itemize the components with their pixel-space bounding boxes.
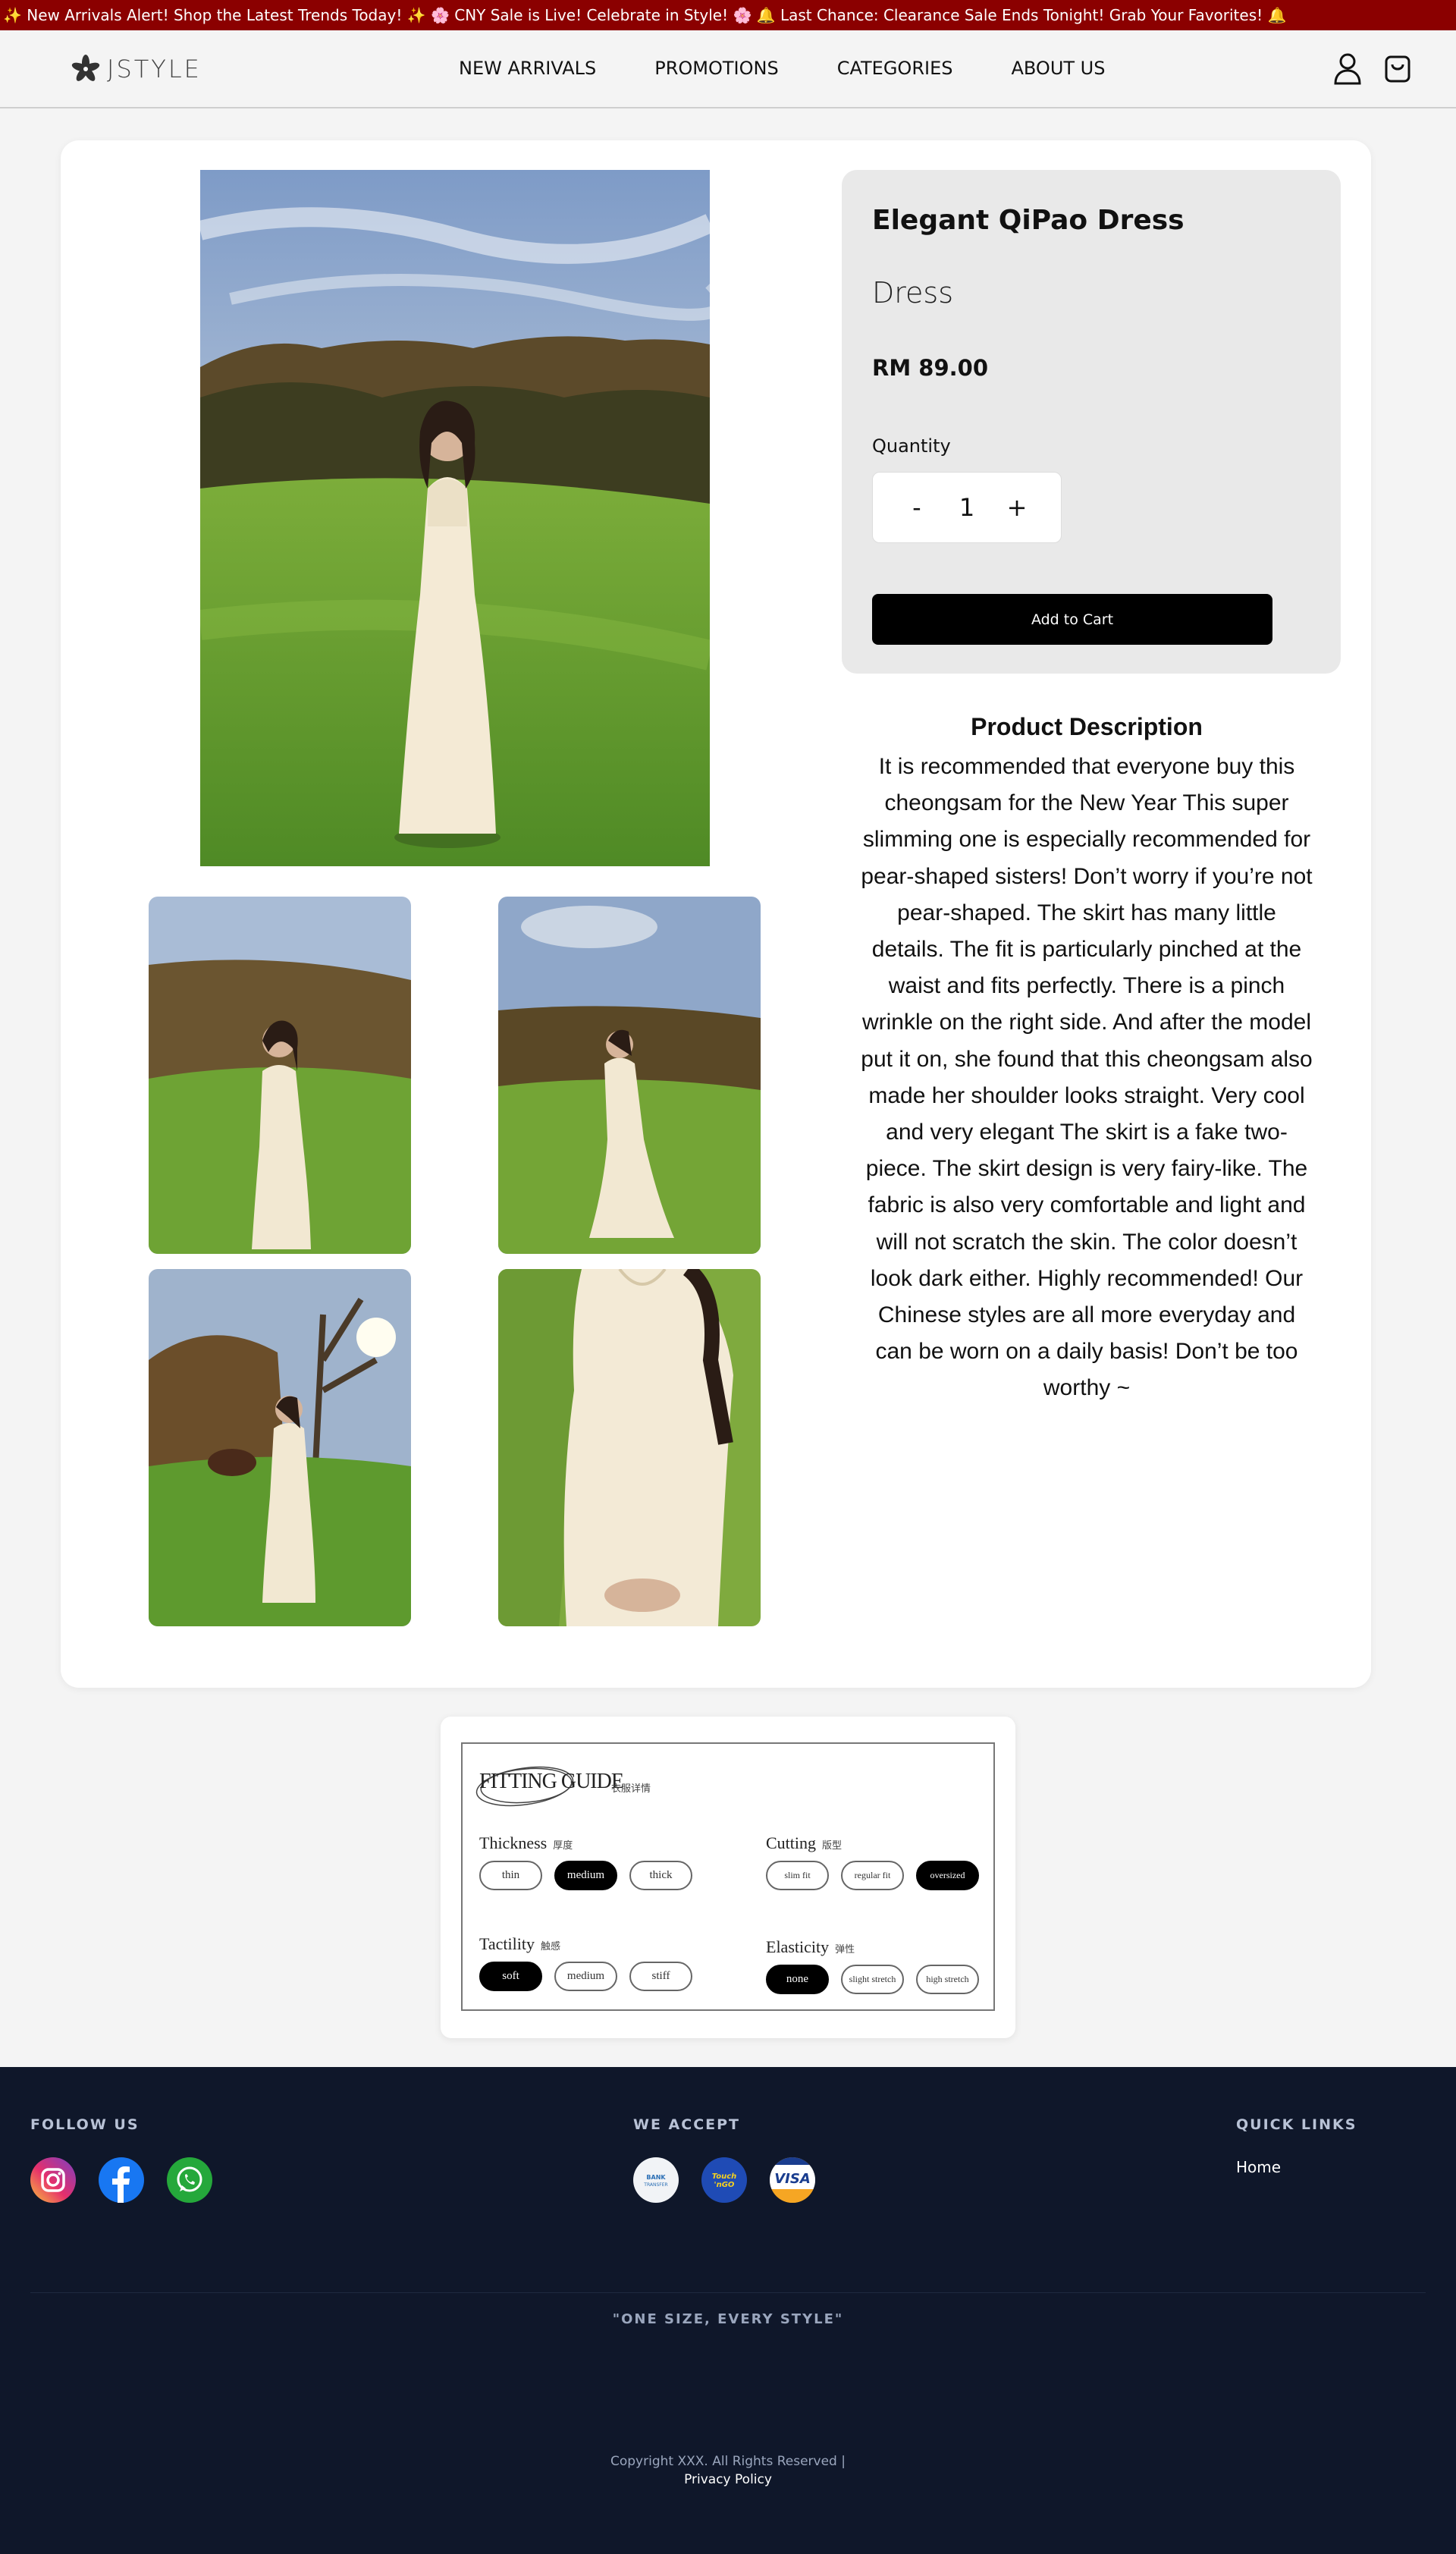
touch-n-go-icon: Touch 'nGO [701, 2157, 747, 2203]
elasticity-option-none: none [766, 1965, 829, 1994]
user-icon[interactable] [1332, 52, 1363, 85]
svg-text:'nGO: 'nGO [714, 2181, 735, 2189]
tactility-group: Tactility 触感 soft medium stiff [479, 1934, 692, 1991]
quantity-stepper: - 1 + [872, 472, 1062, 543]
thickness-label: Thickness [479, 1833, 548, 1852]
tactility-sublabel: 触感 [541, 1941, 561, 1952]
product-category: Dress [872, 276, 954, 309]
product-card: Elegant QiPao Dress Dress RM 89.00 Quant… [61, 140, 1371, 1688]
whatsapp-icon[interactable] [167, 2157, 212, 2203]
tactility-option-medium: medium [554, 1962, 617, 1991]
main-photo[interactable] [200, 170, 710, 866]
fitting-guide-subtitle: 衣服详情 [611, 1783, 651, 1795]
site-header: JSTYLE NEW ARRIVALS PROMOTIONS CATEGORIE… [0, 30, 1456, 108]
product-description: Product Description It is recommended th… [859, 712, 1314, 1407]
nav-about-us[interactable]: ABOUT US [1011, 55, 1105, 82]
bank-transfer-icon: BANK TRANSFER [633, 2157, 679, 2203]
cutting-sublabel: 版型 [822, 1840, 843, 1852]
thickness-option-thin: thin [479, 1861, 542, 1890]
cutting-option-regular-fit: regular fit [841, 1861, 904, 1890]
copyright-text: Copyright XXX. All Rights Reserved | [610, 2454, 846, 2469]
cutting-option-oversized: oversized [916, 1861, 979, 1890]
increase-quantity-button[interactable]: + [1002, 493, 1032, 522]
fitting-guide: FITTING GUIDE 衣服详情 Thickness 厚度 thin medi… [461, 1742, 995, 2011]
cutting-option-slim-fit: slim fit [766, 1861, 829, 1890]
cutting-group: Cutting 版型 slim fit regular fit oversized [766, 1833, 979, 1890]
main-nav: NEW ARRIVALS PROMOTIONS CATEGORIES ABOUT… [459, 55, 1163, 82]
instagram-icon[interactable] [30, 2157, 76, 2203]
description-text: It is recommended that everyone buy this… [861, 754, 1313, 1401]
fitting-guide-card: FITTING GUIDE 衣服详情 Thickness 厚度 thin medi… [441, 1717, 1015, 2038]
follow-us-heading: FOLLOW US [30, 2116, 140, 2133]
svg-text:BANK: BANK [646, 2174, 666, 2181]
add-to-cart-button[interactable]: Add to Cart [872, 594, 1272, 645]
we-accept-heading: WE ACCEPT [633, 2116, 741, 2133]
nav-new-arrivals[interactable]: NEW ARRIVALS [459, 55, 596, 82]
quick-links-heading: QUICK LINKS [1236, 2116, 1357, 2133]
thickness-option-thick: thick [629, 1861, 692, 1890]
tactility-label: Tactility [479, 1934, 535, 1953]
cart-icon[interactable] [1382, 52, 1413, 85]
site-footer: FOLLOW US WE ACCEPT BANK TRANSFER Touch … [0, 2067, 1456, 2554]
elasticity-group: Elasticity 弹性 none slight stretch high st… [766, 1937, 979, 1994]
thickness-group: Thickness 厚度 thin medium thick [479, 1833, 692, 1890]
thickness-sublabel: 厚度 [553, 1840, 573, 1852]
thickness-option-medium: medium [554, 1861, 617, 1890]
visa-icon: VISA [770, 2157, 815, 2203]
logo[interactable]: JSTYLE [71, 53, 202, 85]
facebook-icon[interactable] [99, 2157, 144, 2203]
elasticity-sublabel: 弹性 [835, 1944, 855, 1956]
svg-text:Touch: Touch [712, 2172, 737, 2181]
decrease-quantity-button[interactable]: - [902, 493, 932, 522]
thumb-photo-1[interactable] [149, 897, 411, 1254]
quantity-label: Quantity [872, 435, 951, 457]
thumb-photo-2[interactable] [498, 897, 761, 1254]
tactility-option-stiff: stiff [629, 1962, 692, 1991]
footer-slogan: "ONE SIZE, EVERY STYLE" [612, 2311, 844, 2327]
announcement-bar: ✨ New Arrivals Alert! Shop the Latest Tr… [0, 0, 1456, 30]
fitting-guide-title: FITTING GUIDE [479, 1770, 624, 1793]
product-info-panel: Elegant QiPao Dress Dress RM 89.00 Quant… [842, 170, 1341, 674]
elasticity-option-slight-stretch: slight stretch [841, 1965, 904, 1994]
elasticity-option-high-stretch: high stretch [916, 1965, 979, 1994]
privacy-policy-link[interactable]: Privacy Policy [684, 2472, 772, 2487]
nav-categories[interactable]: CATEGORIES [837, 55, 953, 82]
flower-logo-icon [71, 55, 100, 81]
logo-text: JSTYLE [107, 55, 202, 83]
nav-promotions[interactable]: PROMOTIONS [654, 55, 778, 82]
footer-divider [30, 2292, 1426, 2293]
thumb-photo-3[interactable] [149, 1269, 411, 1626]
tactility-option-soft: soft [479, 1962, 542, 1991]
product-name: Elegant QiPao Dress [872, 205, 1185, 236]
thumb-photo-4[interactable] [498, 1269, 761, 1626]
announcement-text: ✨ New Arrivals Alert! Shop the Latest Tr… [3, 6, 1287, 24]
svg-text:VISA: VISA [774, 2171, 811, 2187]
cutting-label: Cutting [766, 1833, 817, 1852]
quantity-value[interactable]: 1 [959, 493, 974, 522]
product-price: RM 89.00 [872, 355, 989, 381]
elasticity-label: Elasticity [766, 1937, 830, 1956]
description-title: Product Description [971, 713, 1203, 740]
footer-link-home[interactable]: Home [1236, 2158, 1281, 2176]
svg-text:TRANSFER: TRANSFER [643, 2182, 667, 2188]
